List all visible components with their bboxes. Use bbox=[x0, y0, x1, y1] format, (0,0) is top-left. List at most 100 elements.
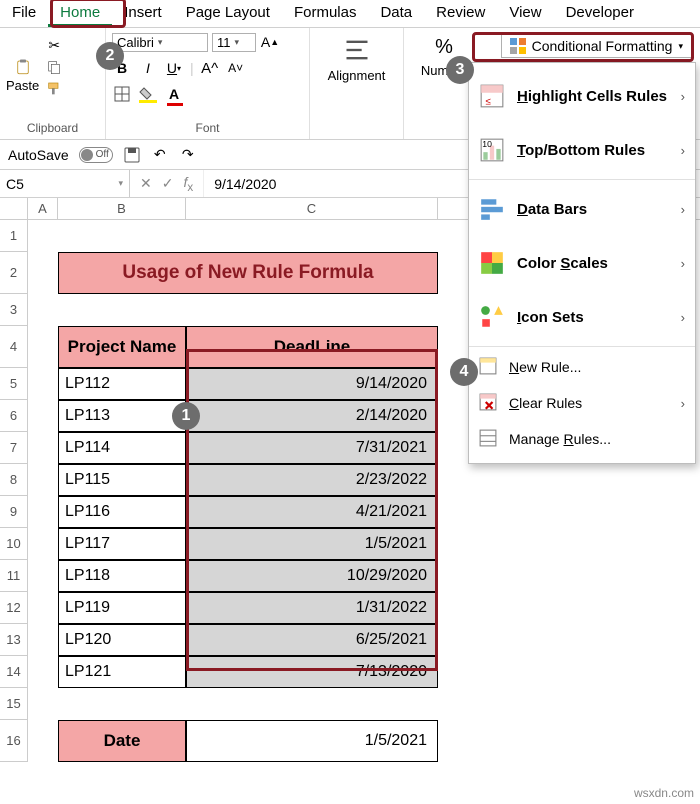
menu-manage-rules[interactable]: Manage Rules... bbox=[469, 421, 695, 457]
deadline-cell[interactable]: 2/23/2022 bbox=[186, 464, 438, 496]
menu-data-bars[interactable]: Data Bars › bbox=[469, 182, 695, 236]
menu-clear-rules[interactable]: Clear Rules › bbox=[469, 385, 695, 421]
undo-icon[interactable]: ↶ bbox=[151, 146, 169, 164]
col-header-c[interactable]: C bbox=[186, 198, 438, 219]
cell[interactable] bbox=[28, 294, 58, 326]
project-name-cell[interactable]: LP118 bbox=[58, 560, 186, 592]
cell[interactable] bbox=[28, 400, 58, 432]
increase-font-icon[interactable]: A▲ bbox=[260, 32, 280, 52]
tab-review[interactable]: Review bbox=[424, 0, 497, 27]
tab-page-layout[interactable]: Page Layout bbox=[174, 0, 282, 27]
save-icon[interactable] bbox=[123, 146, 141, 164]
font-size-combo[interactable]: 11▾ bbox=[212, 33, 256, 52]
cell[interactable] bbox=[28, 496, 58, 528]
project-name-cell[interactable]: LP114 bbox=[58, 432, 186, 464]
autosave-toggle[interactable]: Off bbox=[79, 147, 113, 163]
enter-formula-icon[interactable]: ✓ bbox=[162, 175, 174, 192]
paste-icon[interactable] bbox=[14, 58, 32, 76]
row-header[interactable]: 13 bbox=[0, 624, 28, 656]
row-header[interactable]: 11 bbox=[0, 560, 28, 592]
cell[interactable] bbox=[28, 464, 58, 496]
deadline-cell[interactable]: 9/14/2020 bbox=[186, 368, 438, 400]
row-header[interactable]: 5 bbox=[0, 368, 28, 400]
tab-insert[interactable]: Insert bbox=[112, 0, 174, 27]
tab-home[interactable]: Home bbox=[48, 0, 112, 27]
cell[interactable] bbox=[28, 560, 58, 592]
deadline-cell[interactable]: 1/31/2022 bbox=[186, 592, 438, 624]
deadline-cell[interactable]: 7/31/2021 bbox=[186, 432, 438, 464]
project-name-cell[interactable]: LP115 bbox=[58, 464, 186, 496]
row-header[interactable]: 7 bbox=[0, 432, 28, 464]
percent-icon[interactable]: % bbox=[435, 36, 453, 59]
underline-button[interactable]: U▾ bbox=[164, 58, 184, 78]
font-color-icon[interactable]: A bbox=[164, 84, 184, 104]
deadline-cell[interactable]: 4/21/2021 bbox=[186, 496, 438, 528]
row-header[interactable]: 8 bbox=[0, 464, 28, 496]
cell[interactable] bbox=[28, 688, 58, 720]
italic-button[interactable]: I bbox=[138, 58, 158, 78]
tab-data[interactable]: Data bbox=[368, 0, 424, 27]
cut-icon[interactable]: ✂ bbox=[45, 36, 63, 54]
deadline-cell[interactable]: 10/29/2020 bbox=[186, 560, 438, 592]
cell[interactable] bbox=[186, 220, 438, 252]
select-all-corner[interactable] bbox=[0, 198, 28, 219]
deadline-cell[interactable]: 2/14/2020 bbox=[186, 400, 438, 432]
fill-color-icon[interactable] bbox=[138, 84, 158, 104]
project-name-cell[interactable]: LP121 bbox=[58, 656, 186, 688]
cell[interactable] bbox=[28, 528, 58, 560]
menu-new-rule[interactable]: New Rule... bbox=[469, 349, 695, 385]
project-name-cell[interactable]: LP120 bbox=[58, 624, 186, 656]
format-painter-icon[interactable] bbox=[45, 80, 63, 98]
cell[interactable] bbox=[28, 624, 58, 656]
project-name-cell[interactable]: LP117 bbox=[58, 528, 186, 560]
cell[interactable] bbox=[28, 220, 58, 252]
row-header[interactable]: 2 bbox=[0, 252, 28, 294]
tab-view[interactable]: View bbox=[497, 0, 553, 27]
conditional-formatting-button[interactable]: Conditional Formatting ▾ bbox=[501, 34, 692, 58]
menu-icon-sets[interactable]: Icon Sets › bbox=[469, 290, 695, 344]
cell[interactable] bbox=[28, 326, 58, 368]
menu-color-scales[interactable]: Color Scales › bbox=[469, 236, 695, 290]
col-header-b[interactable]: B bbox=[58, 198, 186, 219]
cell[interactable] bbox=[28, 656, 58, 688]
cell[interactable] bbox=[28, 368, 58, 400]
row-header[interactable]: 1 bbox=[0, 220, 28, 252]
row-header[interactable]: 15 bbox=[0, 688, 28, 720]
cell[interactable] bbox=[58, 688, 186, 720]
alignment-icon[interactable] bbox=[343, 36, 371, 64]
cell[interactable] bbox=[28, 252, 58, 294]
cancel-formula-icon[interactable]: ✕ bbox=[140, 175, 152, 192]
row-header[interactable]: 4 bbox=[0, 326, 28, 368]
row-header[interactable]: 14 bbox=[0, 656, 28, 688]
cell[interactable] bbox=[28, 592, 58, 624]
cell[interactable] bbox=[58, 220, 186, 252]
decrease-font-size-icon[interactable]: A˅ bbox=[226, 58, 246, 78]
borders-icon[interactable] bbox=[112, 84, 132, 104]
deadline-cell[interactable]: 6/25/2021 bbox=[186, 624, 438, 656]
row-header[interactable]: 16 bbox=[0, 720, 28, 762]
menu-highlight-cells-rules[interactable]: ≤ HHighlight Cells Rulesighlight Cells R… bbox=[469, 69, 695, 123]
cell[interactable] bbox=[186, 294, 438, 326]
copy-icon[interactable] bbox=[45, 58, 63, 76]
font-name-combo[interactable]: Calibri▾ bbox=[112, 33, 208, 52]
deadline-cell[interactable]: 7/13/2020 bbox=[186, 656, 438, 688]
cell[interactable] bbox=[58, 294, 186, 326]
name-box[interactable]: C5▾ bbox=[0, 170, 130, 197]
date-value[interactable]: 1/5/2021 bbox=[186, 720, 438, 762]
cell[interactable] bbox=[28, 432, 58, 464]
tab-formulas[interactable]: Formulas bbox=[282, 0, 369, 27]
project-name-cell[interactable]: LP119 bbox=[58, 592, 186, 624]
redo-icon[interactable]: ↷ bbox=[179, 146, 197, 164]
row-header[interactable]: 10 bbox=[0, 528, 28, 560]
menu-top-bottom-rules[interactable]: 10 Top/Bottom Rules › bbox=[469, 123, 695, 177]
fx-icon[interactable]: fx bbox=[183, 174, 193, 194]
row-header[interactable]: 6 bbox=[0, 400, 28, 432]
tab-developer[interactable]: Developer bbox=[554, 0, 646, 27]
project-name-cell[interactable]: LP113 bbox=[58, 400, 186, 432]
row-header[interactable]: 9 bbox=[0, 496, 28, 528]
tab-file[interactable]: File bbox=[0, 0, 48, 27]
cell[interactable] bbox=[186, 688, 438, 720]
cell[interactable] bbox=[28, 720, 58, 762]
row-header[interactable]: 3 bbox=[0, 294, 28, 326]
increase-font-size-icon[interactable]: A^ bbox=[200, 58, 220, 78]
